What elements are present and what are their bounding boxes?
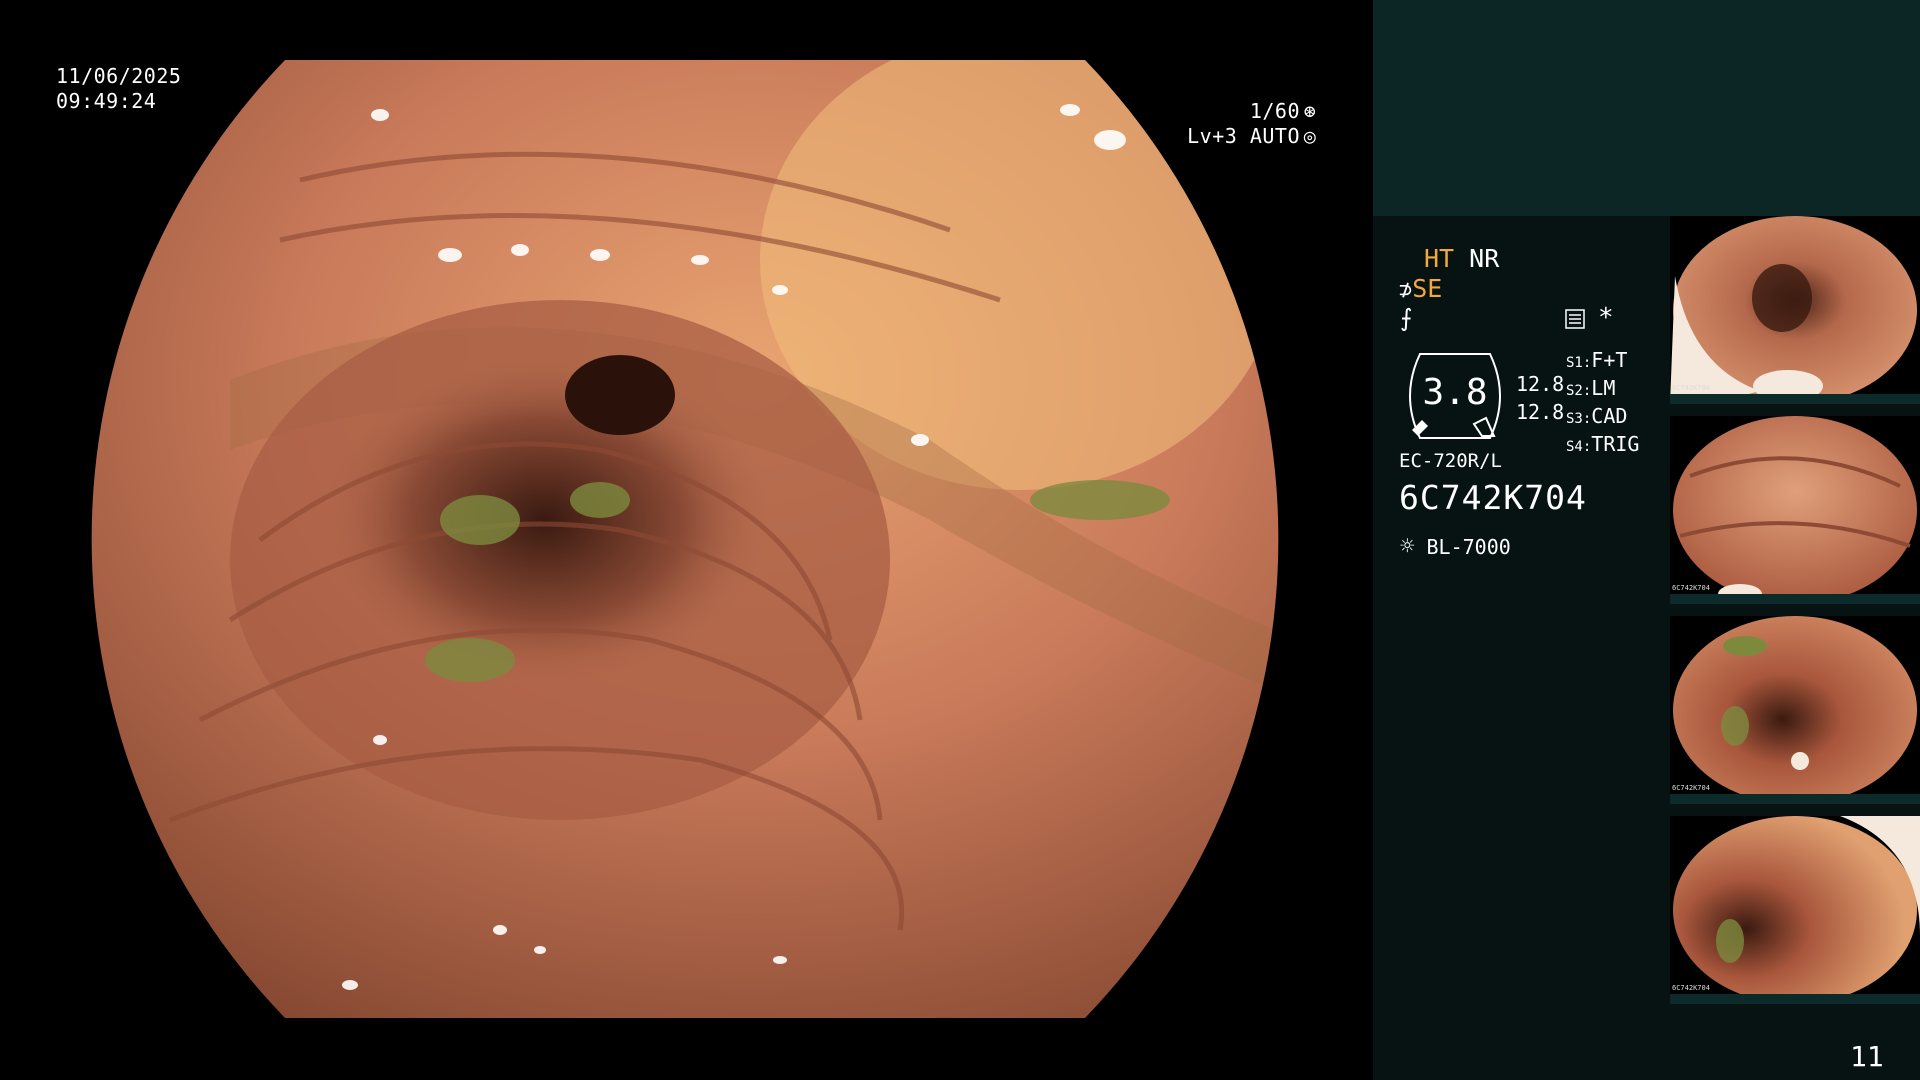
mode-se: SE [1412,274,1443,303]
iris-mode: Lv+3 AUTO [1187,124,1300,148]
shutter-speed: 1/60 [1249,99,1300,123]
switch-key: S3 [1566,411,1583,427]
thumbnail-bar [1670,794,1920,804]
zoom-value: 3.8 [1422,372,1488,413]
switch-value: F+T [1591,348,1628,372]
iris-row: Lv+3 AUTO ◎ [1180,124,1320,149]
thumbnail-serial: 6C742K704 [1672,984,1710,992]
record-icon [1565,309,1585,329]
mode-ht: HT [1424,244,1455,273]
capture-thumbnail-2[interactable]: 6C742K704 [1670,416,1920,604]
switch-key: S1 [1566,355,1583,371]
page-number: 11 [1850,1040,1884,1073]
thumbnail-image [1673,816,1920,1004]
capture-thumbnail-4[interactable]: 6C742K704 [1670,816,1920,1004]
switch-value: CAD [1591,404,1628,428]
f-curve-icon: ⨍ [1400,304,1413,332]
thumbnail-serial: 6C742K704 [1672,584,1710,592]
switch-3: S3:CAD [1566,404,1628,428]
thumbnail-image [1673,416,1917,604]
light-source-icon: ☼ [1400,532,1415,560]
status-panel-header [1373,0,1920,216]
thumbnail-image [1670,216,1917,404]
switch-2: S2:LM [1566,376,1616,400]
structure-enhance-row: ⊅SE [1399,274,1442,303]
switch-4: S4:TRIG [1566,432,1640,456]
thumbnail-serial: 6C742K704 [1672,384,1710,392]
date-text: 11/06/2025 [56,64,182,88]
star-marker: * [1598,303,1614,333]
scale-value-b: 12.8 [1516,400,1565,424]
thumbnail-image [1673,616,1917,804]
time-text: 09:49:24 [56,89,157,113]
thumbnail-bar [1670,994,1920,1004]
thumbnail-bar [1670,394,1920,404]
capture-thumbnail-3[interactable]: 6C742K704 [1670,616,1920,804]
switch-1: S1:F+T [1566,348,1628,372]
scope-model: EC-720R/L [1399,450,1502,472]
scope-serial: 6C742K704 [1399,478,1587,517]
shutter-icon: ⊛ [1303,99,1317,123]
iris-icon: ◎ [1303,124,1317,148]
structure-icon: ⊅ [1399,278,1413,303]
capture-thumbnail-1[interactable]: 6C742K704 [1670,216,1920,404]
switch-key: S2 [1566,383,1583,399]
switch-assignments: S1:F+T S2:LM S3:CAD S4:TRIG [1566,348,1639,460]
scale-value-a: 12.8 [1516,372,1565,396]
thumbnail-bar [1670,594,1920,604]
date-time: 11/06/2025 09:49:24 [56,64,181,114]
light-source: BL-7000 [1426,535,1511,559]
mode-nr: NR [1469,244,1500,273]
switch-key: S4 [1566,439,1583,455]
exposure-readout: 1/60 ⊛ Lv+3 AUTO ◎ [1180,99,1320,149]
light-source-row: ☼ BL-7000 [1400,532,1511,560]
endoscopic-image [91,60,1279,1018]
thumbnail-serial: 6C742K704 [1672,784,1710,792]
shutter-row: 1/60 ⊛ [1180,99,1320,124]
image-mode-row: HT NR [1424,244,1499,273]
endoscope-view: 11/06/2025 09:49:24 1/60 ⊛ Lv+3 AUTO ◎ [0,0,1372,1080]
switch-value: LM [1591,376,1616,400]
switch-value: TRIG [1591,432,1640,456]
